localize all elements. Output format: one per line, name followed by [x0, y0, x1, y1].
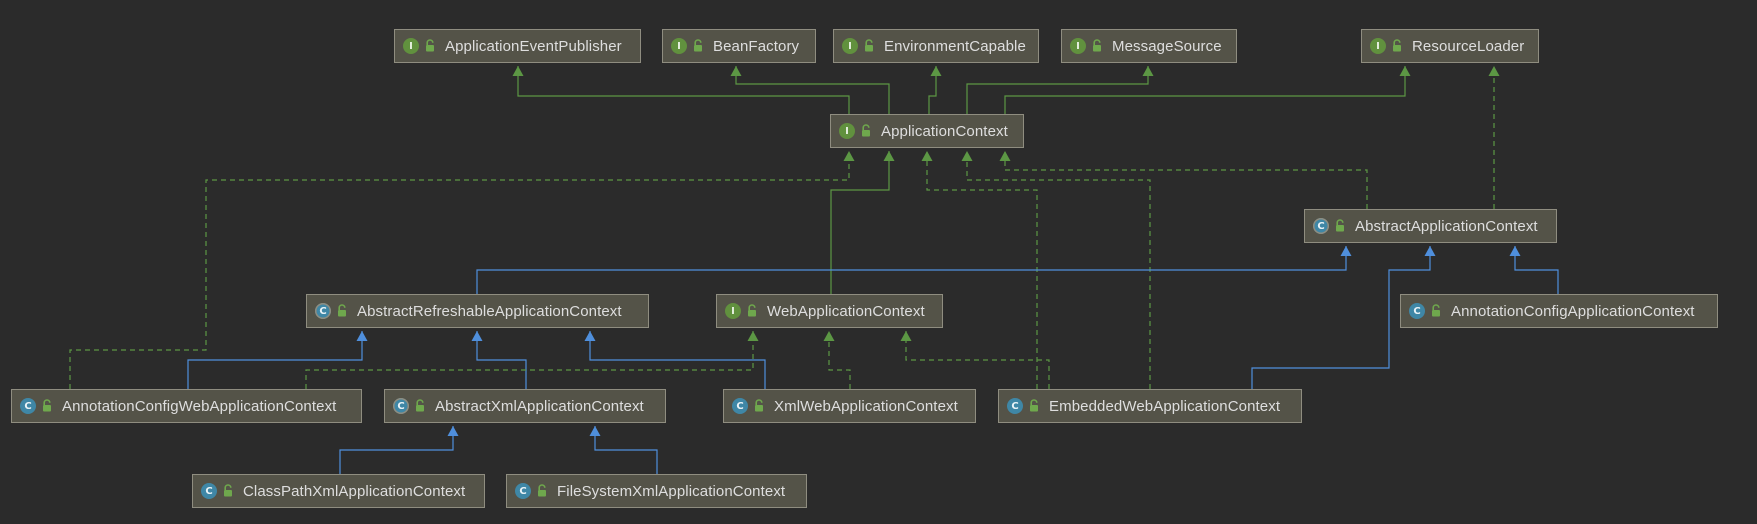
node-web-application-context[interactable]: I WebApplicationContext: [716, 294, 943, 328]
node-label: AbstractApplicationContext: [1355, 217, 1538, 235]
edge-ApplicationContext-to-ApplicationEventPublisher: [512, 66, 850, 114]
public-lock-icon: [414, 399, 435, 413]
node-label: EnvironmentCapable: [884, 37, 1026, 55]
edge-AbstractApplicationContext-to-ApplicationContext: [999, 151, 1368, 209]
class-hierarchy-diagram: I ApplicationEventPublisher I BeanFactory…: [0, 0, 1757, 524]
interface-icon: I: [725, 303, 741, 319]
node-file-system-xml-application-context[interactable]: C FileSystemXmlApplicationContext: [506, 474, 807, 508]
node-label: FileSystemXmlApplicationContext: [557, 482, 786, 500]
abstract-class-icon: C: [1313, 218, 1329, 234]
public-lock-icon: [41, 399, 62, 413]
node-embedded-web-application-context[interactable]: C EmbeddedWebApplicationContext: [998, 389, 1302, 423]
edge-ApplicationContext-to-ResourceLoader: [1004, 66, 1411, 114]
edge-WebApplicationContext-to-ApplicationContext: [830, 151, 895, 294]
public-lock-icon: [336, 304, 357, 318]
node-label: ClassPathXmlApplicationContext: [243, 482, 466, 500]
public-lock-icon: [692, 39, 713, 53]
edge-ApplicationContext-to-MessageSource: [966, 66, 1154, 114]
class-icon: C: [515, 483, 531, 499]
node-label: AbstractRefreshableApplicationContext: [357, 302, 622, 320]
class-icon: C: [1409, 303, 1425, 319]
class-icon: C: [1007, 398, 1023, 414]
node-label: AnnotationConfigWebApplicationContext: [62, 397, 337, 415]
abstract-class-icon: C: [315, 303, 331, 319]
node-xml-web-application-context[interactable]: C XmlWebApplicationContext: [723, 389, 976, 423]
interface-icon: I: [839, 123, 855, 139]
node-bean-factory[interactable]: I BeanFactory: [662, 29, 816, 63]
edges-layer: [69, 66, 1559, 474]
edge-XmlWebApplicationContext-to-AbstractRefreshableApplicationContext: [584, 331, 766, 389]
node-annotation-config-application-context[interactable]: C AnnotationConfigApplicationContext: [1400, 294, 1718, 328]
edge-AbstractXmlApplicationContext-to-AbstractRefreshableApplicationContext: [471, 331, 527, 389]
abstract-class-icon: C: [393, 398, 409, 414]
node-label: WebApplicationContext: [767, 302, 925, 320]
class-icon: C: [20, 398, 36, 414]
edge-ApplicationContext-to-EnvironmentCapable: [928, 66, 942, 114]
public-lock-icon: [1391, 39, 1412, 53]
edge-ApplicationContext-to-BeanFactory: [730, 66, 890, 114]
class-icon: C: [732, 398, 748, 414]
edge-XmlWebApplicationContext-to-WebApplicationContext: [823, 331, 851, 389]
public-lock-icon: [860, 124, 881, 138]
node-label: BeanFactory: [713, 37, 800, 55]
node-label: ResourceLoader: [1412, 37, 1525, 55]
edge-FileSystemXmlApplicationContext-to-AbstractXmlApplicationContext: [589, 426, 658, 474]
public-lock-icon: [753, 399, 774, 413]
public-lock-icon: [1091, 39, 1112, 53]
edge-AbstractApplicationContext-to-ResourceLoader: [1488, 66, 1500, 209]
node-label: AbstractXmlApplicationContext: [435, 397, 644, 415]
node-environment-capable[interactable]: I EnvironmentCapable: [833, 29, 1039, 63]
public-lock-icon: [746, 304, 767, 318]
node-label: EmbeddedWebApplicationContext: [1049, 397, 1281, 415]
edge-AnnotationConfigApplicationContext-to-AbstractApplicationContext: [1509, 246, 1559, 294]
node-class-path-xml-application-context[interactable]: C ClassPathXmlApplicationContext: [192, 474, 485, 508]
node-label: XmlWebApplicationContext: [774, 397, 958, 415]
node-abstract-application-context[interactable]: C AbstractApplicationContext: [1304, 209, 1557, 243]
node-application-context[interactable]: I ApplicationContext: [830, 114, 1024, 148]
interface-icon: I: [1370, 38, 1386, 54]
interface-icon: I: [842, 38, 858, 54]
node-label: AnnotationConfigApplicationContext: [1451, 302, 1695, 320]
public-lock-icon: [1430, 304, 1451, 318]
public-lock-icon: [536, 484, 557, 498]
interface-icon: I: [403, 38, 419, 54]
node-abstract-refreshable-application-context[interactable]: C AbstractRefreshableApplicationContext: [306, 294, 649, 328]
node-label: ApplicationContext: [881, 122, 1008, 140]
public-lock-icon: [1028, 399, 1049, 413]
node-annotation-config-web-application-context[interactable]: C AnnotationConfigWebApplicationContext: [11, 389, 362, 423]
interface-icon: I: [671, 38, 687, 54]
edge-EmbeddedWebApplicationContext-to-WebApplicationContext: [900, 331, 1050, 389]
node-label: MessageSource: [1112, 37, 1222, 55]
interface-icon: I: [1070, 38, 1086, 54]
public-lock-icon: [863, 39, 884, 53]
node-application-event-publisher[interactable]: I ApplicationEventPublisher: [394, 29, 641, 63]
node-label: ApplicationEventPublisher: [445, 37, 622, 55]
node-message-source[interactable]: I MessageSource: [1061, 29, 1237, 63]
class-icon: C: [201, 483, 217, 499]
public-lock-icon: [424, 39, 445, 53]
node-abstract-xml-application-context[interactable]: C AbstractXmlApplicationContext: [384, 389, 666, 423]
edge-ClassPathXmlApplicationContext-to-AbstractXmlApplicationContext: [339, 426, 459, 474]
public-lock-icon: [1334, 219, 1355, 233]
edge-AnnotationConfigWebApplicationContext-to-AbstractRefreshableApplicationContext: [187, 331, 368, 389]
edge-AbstractRefreshableApplicationContext-to-AbstractApplicationContext: [476, 246, 1352, 294]
public-lock-icon: [222, 484, 243, 498]
node-resource-loader[interactable]: I ResourceLoader: [1361, 29, 1539, 63]
